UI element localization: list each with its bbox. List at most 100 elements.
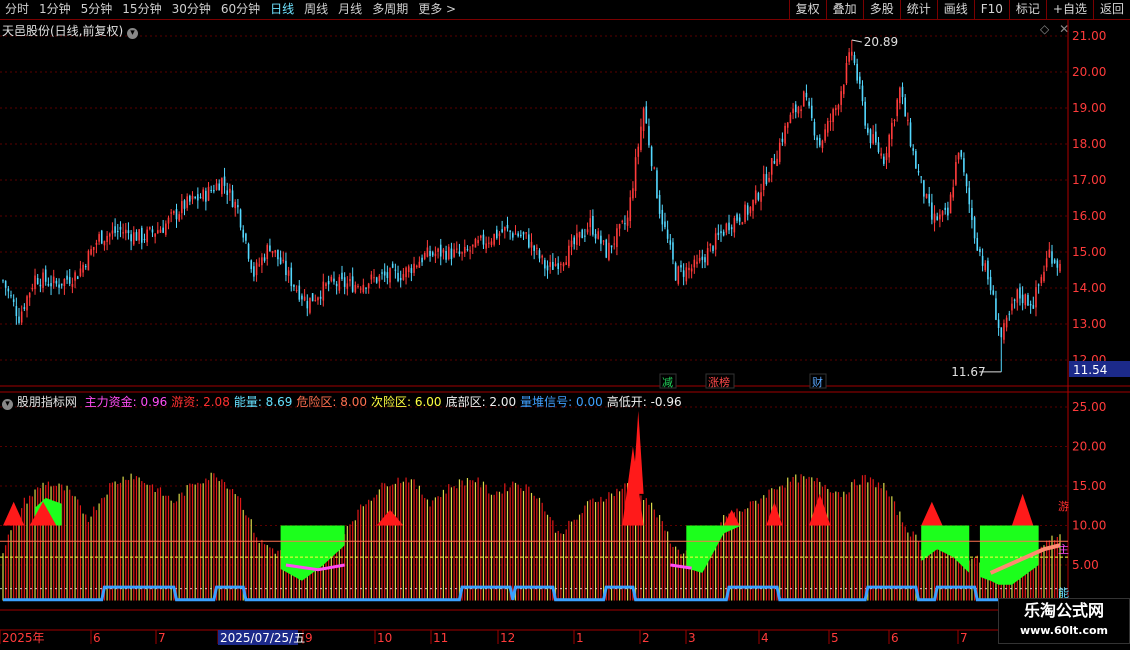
candle [733,215,736,238]
candle [528,228,530,249]
indicator-tick: 5.00 [1072,558,1099,572]
toolbar-button[interactable]: 统计 [899,0,937,19]
candle [696,254,698,268]
candle [944,202,947,215]
toolbar-button[interactable]: 多股 [862,0,900,19]
candle [223,167,226,194]
candle [479,234,482,241]
candle [792,102,794,120]
candle [63,278,66,295]
candle [546,260,549,279]
candle [995,290,997,321]
candle [402,267,405,281]
candle [261,253,263,273]
period-tab[interactable]: 1分钟 [34,2,76,16]
candle [76,275,79,280]
toolbar-button[interactable]: 标记 [1008,0,1046,19]
panel-controls: ◇ ✕ [1040,22,1069,36]
candle [87,249,90,271]
price-tick: 18.00 [1072,137,1106,151]
candle [845,55,848,86]
candle [512,231,514,241]
period-tab[interactable]: 分时 [0,2,34,16]
candle [391,261,394,269]
candle [311,293,314,302]
candle [987,257,989,285]
indicator-name[interactable]: 股朋指标网 [17,395,77,409]
candle [907,112,909,126]
candle [301,293,303,306]
candle [712,245,714,254]
close-icon[interactable]: ✕ [1059,22,1069,36]
period-tab[interactable]: 30分钟 [167,2,216,16]
candle [354,281,357,294]
candle [1021,286,1024,311]
candle [560,261,562,274]
candle [851,39,853,61]
period-tab[interactable]: 月线 [333,2,367,16]
period-tab[interactable]: 5分钟 [76,2,118,16]
candle [202,187,204,202]
high-price-label: 20.89 [864,35,898,49]
period-toolbar: 分时 1分钟 5分钟 15分钟 30分钟 60分钟 日线 周线 月线 多周期 更多 > 复权 叠加 多股… [0,0,1130,20]
diamond-icon[interactable]: ◇ [1040,22,1049,36]
candle [648,118,650,148]
chart-stage[interactable]: 21.0020.0019.0018.0017.0016.0015.0014.00… [0,20,1130,650]
candle [407,264,410,278]
candle [754,185,757,205]
candle [533,244,535,260]
candle [1029,300,1032,314]
candle [362,278,365,294]
candle [415,264,418,269]
toolbar-button[interactable]: 复权 [788,0,826,19]
toolbar-button[interactable]: 叠加 [825,0,863,19]
candle [447,244,450,261]
candle [960,149,963,160]
toolbar-button[interactable]: +自选 [1045,0,1093,19]
period-tab[interactable]: 更多 > [413,2,461,16]
candle [800,105,802,119]
price-tick: 20.00 [1072,65,1106,79]
candle [541,254,543,265]
candle [191,191,194,205]
dropdown-icon[interactable]: ▾ [127,28,139,39]
period-tab[interactable]: 60分钟 [216,2,265,16]
timeline-label: 6 [891,631,899,645]
period-tab[interactable]: 15分钟 [117,2,166,16]
candle [971,199,973,229]
candle [672,238,674,265]
candle [255,259,258,282]
candle [373,269,375,283]
candle [693,255,696,274]
candle [573,235,576,250]
candle [245,232,247,244]
period-tab[interactable]: 周线 [299,2,333,16]
candle [498,231,501,246]
candle [717,224,720,240]
candle [565,255,567,266]
toolbar-button[interactable]: 画线 [936,0,974,19]
candle [770,157,773,183]
toolbar-button[interactable]: F10 [973,0,1009,19]
dropdown-icon[interactable]: ▾ [2,399,13,410]
candle [496,225,498,240]
candle [877,136,880,154]
candle [904,94,906,117]
candle [896,98,898,122]
candle [124,222,127,241]
candle [776,150,778,167]
candle [394,263,397,279]
candle [10,290,12,299]
candle [915,148,917,169]
candle [493,233,495,247]
candle [442,247,445,260]
period-tab[interactable]: 日线 [265,2,299,16]
timeline-label: 6 [93,631,101,645]
toolbar-button[interactable]: 返回 [1092,0,1130,19]
period-tab[interactable]: 多周期 [367,2,413,16]
candle [928,186,931,207]
candle [274,249,277,258]
candle [242,225,245,243]
candle [859,72,861,90]
candle [58,278,60,295]
